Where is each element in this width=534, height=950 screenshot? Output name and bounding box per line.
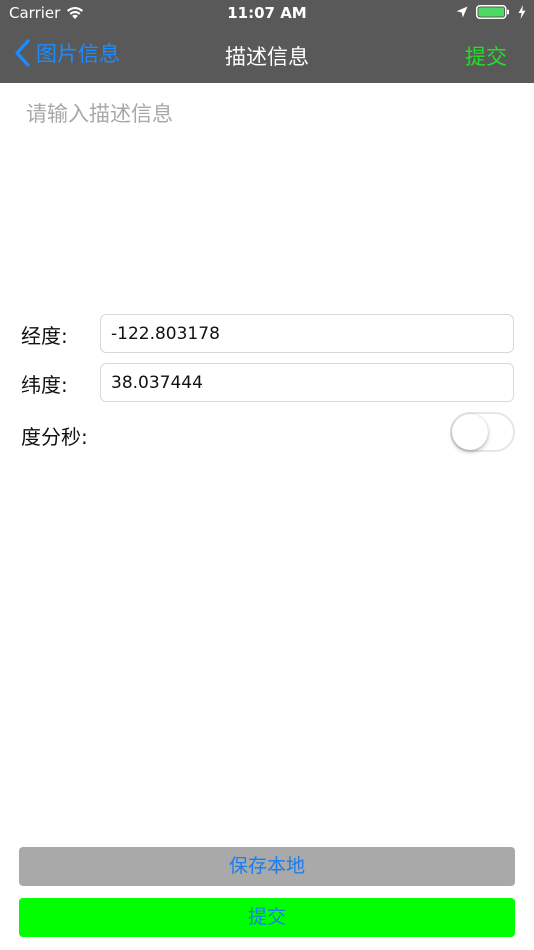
- status-bar: Carrier 11:07 AM: [0, 0, 534, 28]
- nav-submit-button[interactable]: 提交: [465, 41, 507, 71]
- longitude-field[interactable]: [100, 314, 514, 353]
- status-time: 11:07 AM: [227, 4, 307, 22]
- longitude-label: 经度:: [21, 324, 68, 348]
- submit-button[interactable]: 提交: [19, 898, 515, 937]
- latitude-field[interactable]: [100, 363, 514, 402]
- status-right-indicators: [456, 5, 526, 19]
- save-local-button[interactable]: 保存本地: [19, 847, 515, 886]
- top-bar: Carrier 11:07 AM 图片信息 描述信息 提交: [0, 0, 534, 83]
- description-input[interactable]: [16, 90, 516, 295]
- charging-bolt-icon: [518, 5, 526, 19]
- latitude-label: 纬度:: [21, 373, 68, 397]
- navigation-bar: 图片信息 描述信息 提交: [0, 28, 534, 83]
- location-arrow-icon: [456, 6, 468, 18]
- toggle-knob: [452, 414, 488, 450]
- page-title: 描述信息: [225, 45, 309, 69]
- battery-icon: [476, 5, 509, 19]
- dms-label: 度分秒:: [21, 425, 88, 449]
- dms-toggle[interactable]: [450, 412, 515, 452]
